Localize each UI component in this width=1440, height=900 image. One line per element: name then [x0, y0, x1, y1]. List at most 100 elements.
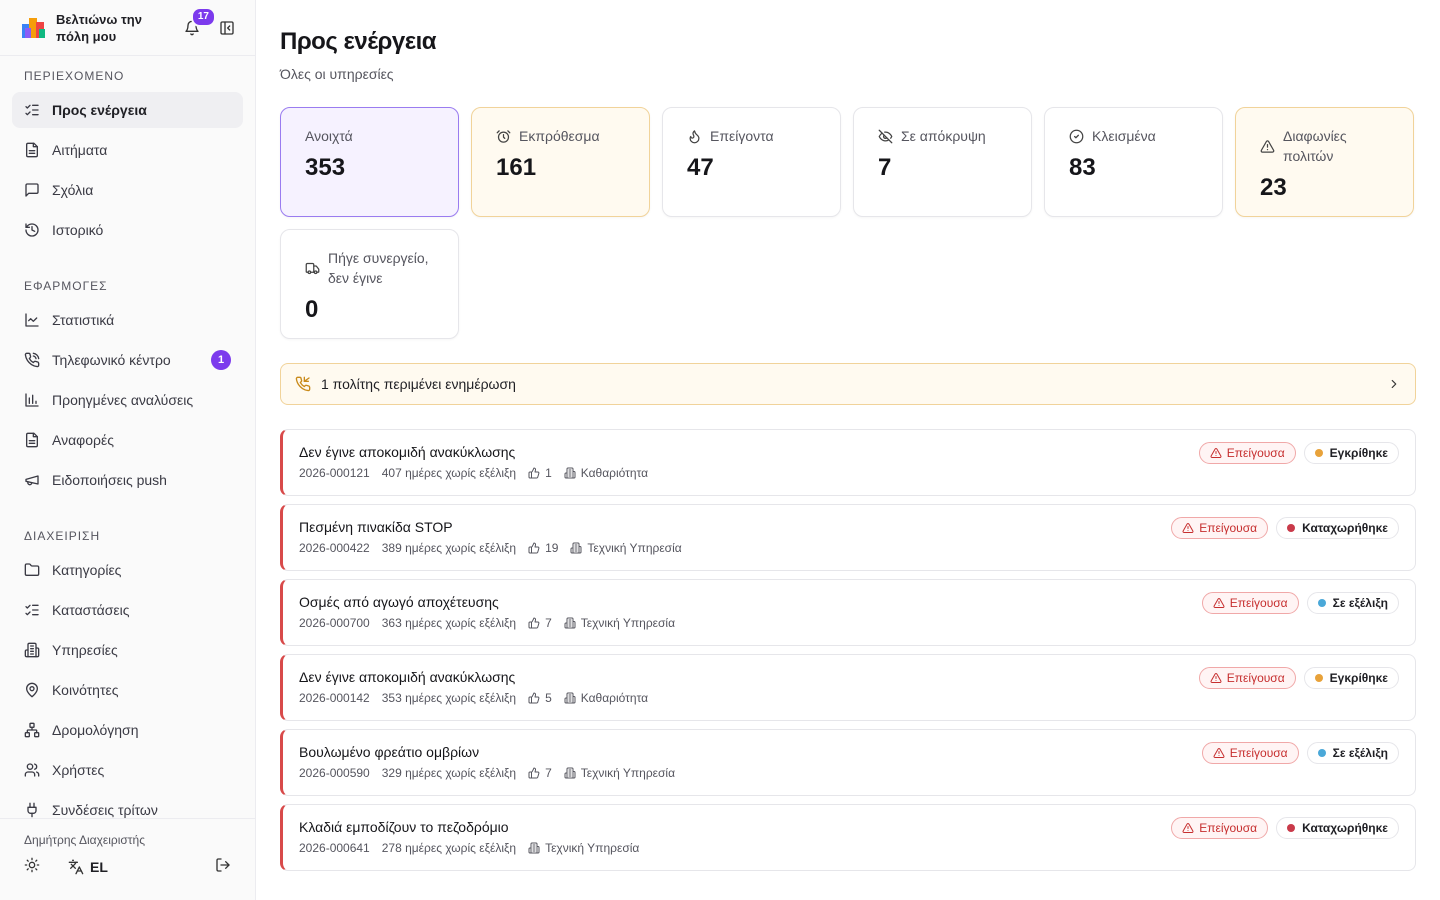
status-badge: Καταχωρήθηκε — [1276, 817, 1399, 839]
sidebar-item-label: Ειδοποιήσεις push — [52, 472, 167, 488]
request-service: Καθαριότητα — [564, 691, 648, 705]
status-badge: Καταχωρήθηκε — [1276, 517, 1399, 539]
thumbs-up-icon — [528, 767, 540, 779]
request-likes: 7 — [528, 766, 552, 780]
request-row[interactable]: Βουλωμένο φρεάτιο ομβρίων 2026-000590 329 … — [280, 729, 1416, 796]
sidebar-item[interactable]: Προς ενέργεια — [12, 92, 243, 128]
building-icon — [564, 617, 576, 629]
sidebar-item[interactable]: Χρήστες — [12, 752, 243, 788]
request-id: 2026-000142 — [299, 691, 370, 705]
sidebar-item-label: Χρήστες — [52, 762, 105, 778]
stat-card[interactable]: Πήγε συνεργείο, δεν έγινε 0 — [280, 229, 459, 339]
list-check-icon — [25, 104, 39, 116]
sidebar-item[interactable]: Αιτήματα — [12, 132, 243, 168]
translate-icon — [68, 859, 84, 874]
status-dot — [1287, 824, 1296, 832]
stat-value: 353 — [305, 154, 346, 181]
sidebar-item-label: Προς ενέργεια — [52, 102, 147, 118]
language-selector[interactable]: EL — [68, 859, 108, 875]
request-likes: 7 — [528, 616, 552, 630]
request-age: 278 ημέρες χωρίς εξέλιξη — [381, 841, 517, 855]
megaphone-icon — [25, 475, 39, 486]
request-row[interactable]: Πεσμένη πινακίδα STOP 2026-000422 389 ημέρ… — [280, 504, 1416, 571]
phone-callback-icon — [295, 376, 311, 392]
sidebar-item[interactable]: Ειδοποιήσεις push — [12, 462, 243, 498]
thumbs-up-icon — [528, 617, 540, 629]
warning-icon — [1210, 448, 1222, 459]
stat-label: Ανοιχτά — [305, 128, 353, 144]
stat-card[interactable]: Ανοιχτά 353 — [280, 107, 459, 217]
sidebar-header: Βελτιώνω την πόλη μου 17 — [0, 0, 255, 56]
sidebar: Βελτιώνω την πόλη μου 17 ΠΕΡΙΕΧΟΜΕΝΟ Προς… — [0, 0, 256, 900]
sidebar-item[interactable]: Κατηγορίες — [12, 552, 243, 588]
request-row[interactable]: Οσμές από αγωγό αποχέτευσης 2026-000700 36… — [280, 579, 1416, 646]
sidebar-item[interactable]: Τηλεφωνικό κέντρο 1 — [12, 342, 243, 378]
request-service: Τεχνική Υπηρεσία — [528, 841, 639, 855]
sidebar-item-count: 1 — [211, 350, 231, 370]
stat-label: Πήγε συνεργείο, δεν έγινε — [328, 250, 429, 286]
building-icon — [528, 842, 540, 854]
app-title: Βελτιώνω την πόλη μου — [56, 11, 142, 44]
collapse-sidebar-button[interactable] — [215, 16, 239, 40]
thumbs-up-icon — [528, 467, 540, 479]
check-circle-icon — [1069, 129, 1084, 143]
request-row[interactable]: Δεν έγινε αποκομιδή ανακύκλωσης 2026-0001… — [280, 654, 1416, 721]
waiting-citizens-banner[interactable]: 1 πολίτης περιμένει ενημέρωση — [280, 363, 1416, 405]
warning-icon — [1182, 823, 1194, 834]
building-icon — [564, 692, 576, 704]
warning-icon — [1182, 523, 1194, 534]
logout-button[interactable] — [215, 857, 231, 876]
status-dot — [1314, 674, 1323, 682]
app-logo-icon — [22, 17, 45, 38]
urgent-badge: Επείγουσα — [1171, 817, 1269, 839]
request-id: 2026-000121 — [299, 466, 370, 480]
sidebar-item-label: Καταστάσεις — [52, 602, 130, 618]
alarm-icon — [496, 129, 511, 143]
request-id: 2026-000700 — [299, 616, 370, 630]
sidebar-section-title: ΔΙΑΧΕΙΡΙΣΗ — [24, 529, 101, 543]
flame-icon — [689, 129, 700, 143]
sidebar-item[interactable]: Ιστορικό — [12, 212, 243, 248]
notifications-button[interactable]: 17 — [180, 6, 216, 40]
sidebar-item[interactable]: Συνδέσεις τρίτων — [12, 792, 243, 818]
sidebar-item[interactable]: Αναφορές — [12, 422, 243, 458]
sidebar-section-title: ΕΦΑΡΜΟΓΕΣ — [24, 279, 108, 293]
request-service: Τεχνική Υπηρεσία — [564, 616, 675, 630]
sidebar-item[interactable]: Προηγμένες αναλύσεις — [12, 382, 243, 418]
status-badge: Εγκρίθηκε — [1303, 442, 1399, 464]
warning-icon — [1213, 748, 1225, 759]
stat-label: Διαφωνίες πολιτών — [1283, 128, 1347, 164]
stat-card[interactable]: Διαφωνίες πολιτών 23 — [1235, 107, 1414, 217]
status-badge: Σε εξέλιξη — [1306, 742, 1399, 764]
request-age: 389 ημέρες χωρίς εξέλιξη — [381, 541, 517, 555]
stat-label: Επείγοντα — [710, 128, 774, 144]
sidebar-item-label: Κοινότητες — [52, 682, 119, 698]
request-age: 353 ημέρες χωρίς εξέλιξη — [381, 691, 517, 705]
request-id: 2026-000590 — [299, 766, 370, 780]
users-icon — [24, 763, 40, 777]
request-row[interactable]: Κλαδιά εμποδίζουν το πεζοδρόμιο 2026-0006… — [280, 804, 1416, 871]
sidebar-item[interactable]: Κοινότητες — [12, 672, 243, 708]
warning-icon — [1210, 673, 1222, 684]
stat-card[interactable]: Εκπρόθεσμα 161 — [471, 107, 650, 217]
stat-card[interactable]: Σε απόκρυψη 7 — [853, 107, 1032, 217]
stat-card[interactable]: Κλεισμένα 83 — [1044, 107, 1223, 217]
request-row[interactable]: Δεν έγινε αποκομιδή ανακύκλωσης 2026-0001… — [280, 429, 1416, 496]
sidebar-item[interactable]: Υπηρεσίες — [12, 632, 243, 668]
stat-value: 161 — [496, 154, 537, 181]
file-icon — [26, 432, 38, 448]
urgent-badge: Επείγουσα — [1198, 667, 1296, 689]
sidebar-item[interactable]: Καταστάσεις — [12, 592, 243, 628]
sidebar-item[interactable]: Στατιστικά — [12, 302, 243, 338]
stat-card[interactable]: Επείγοντα 47 — [662, 107, 841, 217]
request-service: Καθαριότητα — [564, 466, 648, 480]
panel-left-icon — [220, 20, 234, 35]
sidebar-item[interactable]: Σχόλια — [12, 172, 243, 208]
warning-icon — [1213, 598, 1225, 609]
theme-toggle-button[interactable] — [24, 857, 40, 876]
stat-value: 0 — [305, 296, 319, 323]
stat-label: Εκπρόθεσμα — [519, 128, 600, 144]
request-age: 363 ημέρες χωρίς εξέλιξη — [381, 616, 517, 630]
request-likes: 1 — [528, 466, 552, 480]
sidebar-item[interactable]: Δρομολόγηση — [12, 712, 243, 748]
